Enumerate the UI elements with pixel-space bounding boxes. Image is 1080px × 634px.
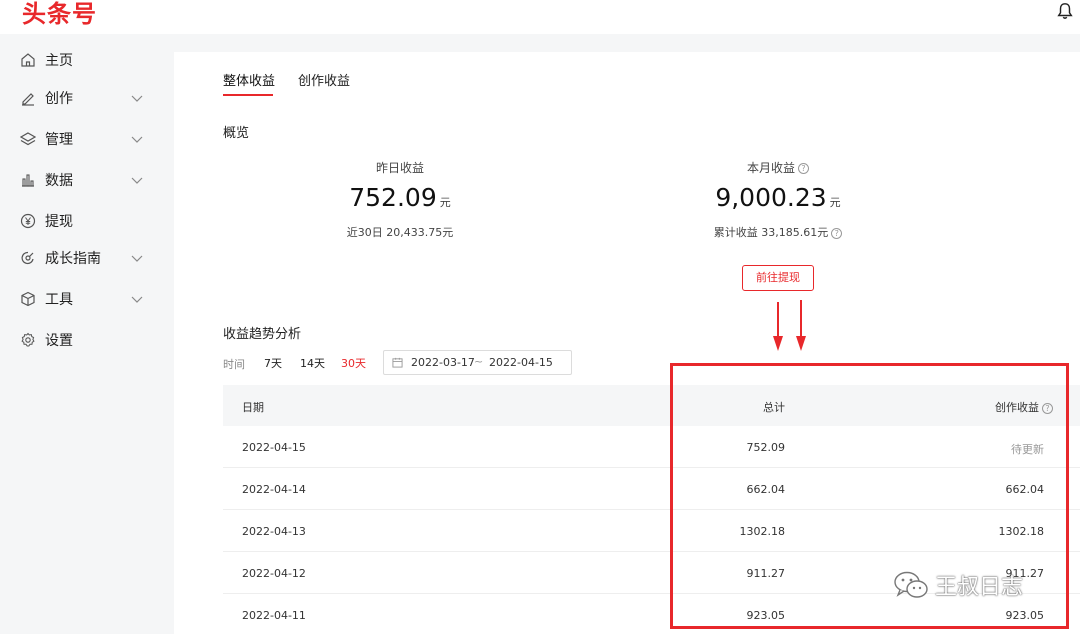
sidebar-item-label: 创作 bbox=[45, 91, 73, 107]
sidebar-item-label: 数据 bbox=[45, 173, 73, 189]
compass-icon bbox=[21, 251, 34, 265]
cell-creation: 923.05 bbox=[1005, 609, 1045, 622]
main-content: 整体收益 创作收益 概览 昨日收益 752.09 元 近30日 20,433.75… bbox=[174, 52, 1080, 634]
month-income-value: 9,000.23 元 bbox=[688, 183, 868, 212]
range-option-7d[interactable]: 7天 bbox=[264, 355, 282, 371]
cell-total: 911.27 bbox=[746, 567, 786, 580]
chevron-down-icon bbox=[131, 177, 143, 184]
chevron-down-icon bbox=[131, 296, 143, 303]
chevron-down-icon bbox=[131, 255, 143, 262]
sidebar-item-label: 工具 bbox=[45, 292, 73, 308]
sidebar-item-growth-guide[interactable]: 成长指南 bbox=[0, 243, 172, 273]
table-row: 2022-04-14 662.04 662.04 bbox=[223, 468, 1080, 510]
column-creation-income-label: 创作收益 bbox=[995, 401, 1039, 414]
date-range-picker[interactable]: 2022-03-17 ~ 2022-04-15 bbox=[383, 350, 572, 375]
chevron-down-icon bbox=[131, 95, 143, 102]
cell-total: 1302.18 bbox=[739, 525, 786, 538]
cell-creation: 662.04 bbox=[1005, 483, 1045, 496]
column-date: 日期 bbox=[242, 401, 264, 414]
home-icon bbox=[21, 53, 35, 67]
date-end: 2022-04-15 bbox=[489, 356, 553, 369]
date-separator: ~ bbox=[474, 355, 484, 368]
pen-icon bbox=[22, 93, 34, 106]
currency-unit: 元 bbox=[439, 196, 451, 209]
range-option-30d[interactable]: 30天 bbox=[341, 355, 366, 371]
yesterday-income-amount: 752.09 bbox=[349, 183, 437, 212]
sidebar-item-manage[interactable]: 管理 bbox=[0, 124, 172, 154]
bell-icon[interactable] bbox=[1056, 2, 1074, 20]
watermark: 王叔日志 bbox=[893, 569, 1023, 601]
top-bar: 头条号 bbox=[0, 0, 1080, 34]
calendar-icon bbox=[392, 357, 403, 368]
cell-date: 2022-04-15 bbox=[242, 441, 306, 454]
cell-date: 2022-04-13 bbox=[242, 525, 306, 538]
cell-creation: 待更新 bbox=[1011, 443, 1044, 456]
month-income-amount: 9,000.23 bbox=[715, 183, 827, 212]
watermark-text: 王叔日志 bbox=[935, 575, 1024, 600]
gear-icon bbox=[21, 332, 35, 347]
cumulative-income: 累计收益 33,185.61元? bbox=[683, 224, 873, 240]
month-income-label-text: 本月收益 bbox=[746, 161, 795, 175]
cell-total: 752.09 bbox=[746, 441, 786, 454]
range-option-14d[interactable]: 14天 bbox=[300, 355, 325, 371]
cell-total: 662.04 bbox=[746, 483, 786, 496]
layers-icon bbox=[20, 132, 36, 146]
time-range-label: 时间 bbox=[223, 358, 245, 371]
cube-icon bbox=[21, 291, 35, 307]
sidebar-item-label: 设置 bbox=[45, 333, 73, 349]
sidebar-item-data[interactable]: 数据 bbox=[0, 165, 172, 195]
sidebar: 主页 创作 管理 数据 提现 成长指南 工具 设置 bbox=[0, 34, 172, 634]
sidebar-item-label: 成长指南 bbox=[45, 251, 101, 267]
bar-chart-icon bbox=[22, 174, 34, 187]
arrow-down-icon bbox=[773, 302, 783, 351]
arrow-down-icon bbox=[796, 300, 806, 351]
table-header: 日期 总计 创作收益? bbox=[223, 385, 1080, 426]
help-icon[interactable]: ? bbox=[831, 227, 843, 239]
sidebar-item-home[interactable]: 主页 bbox=[0, 45, 172, 75]
month-income-label: 本月收益? bbox=[708, 159, 848, 176]
help-icon[interactable]: ? bbox=[798, 163, 809, 174]
sidebar-item-create[interactable]: 创作 bbox=[0, 83, 172, 113]
tab-overall-income[interactable]: 整体收益 bbox=[223, 70, 275, 89]
overview-title: 概览 bbox=[223, 126, 250, 141]
help-icon[interactable]: ? bbox=[1042, 402, 1053, 414]
column-creation-income: 创作收益? bbox=[995, 399, 1053, 415]
sidebar-item-withdraw[interactable]: 提现 bbox=[0, 206, 172, 236]
go-withdraw-button[interactable]: 前往提现 bbox=[742, 265, 814, 291]
wechat-icon bbox=[894, 571, 928, 598]
date-start: 2022-03-17 bbox=[411, 356, 475, 369]
sidebar-item-label: 管理 bbox=[45, 132, 73, 148]
cell-total: 923.05 bbox=[746, 609, 786, 622]
sidebar-item-label: 提现 bbox=[45, 214, 73, 230]
yesterday-income-value: 752.09 元 bbox=[320, 183, 480, 212]
sidebar-item-label: 主页 bbox=[45, 53, 73, 69]
tab-creation-income[interactable]: 创作收益 bbox=[298, 70, 350, 89]
cell-creation: 1302.18 bbox=[998, 525, 1045, 538]
cell-date: 2022-04-12 bbox=[242, 567, 306, 580]
yen-coin-icon bbox=[20, 213, 36, 229]
active-tab-indicator bbox=[223, 94, 273, 96]
yesterday-income-label: 昨日收益 bbox=[375, 161, 424, 175]
cumulative-income-text: 累计收益 33,185.61元 bbox=[713, 226, 829, 239]
table-row: 2022-04-13 1302.18 1302.18 bbox=[223, 510, 1080, 552]
cell-date: 2022-04-14 bbox=[242, 483, 306, 496]
brand-logo[interactable]: 头条号 bbox=[22, 0, 97, 29]
table-row: 2022-04-15 752.09 待更新 bbox=[223, 426, 1080, 468]
chevron-down-icon bbox=[131, 136, 143, 143]
last-30-days-income: 近30日 20,433.75元 bbox=[346, 226, 454, 239]
currency-unit: 元 bbox=[829, 196, 841, 209]
sidebar-item-tools[interactable]: 工具 bbox=[0, 284, 172, 314]
cell-date: 2022-04-11 bbox=[242, 609, 306, 622]
sidebar-item-settings[interactable]: 设置 bbox=[0, 325, 172, 355]
trend-title: 收益趋势分析 bbox=[223, 327, 302, 342]
annotation-arrows bbox=[773, 300, 806, 351]
column-total: 总计 bbox=[763, 401, 785, 414]
